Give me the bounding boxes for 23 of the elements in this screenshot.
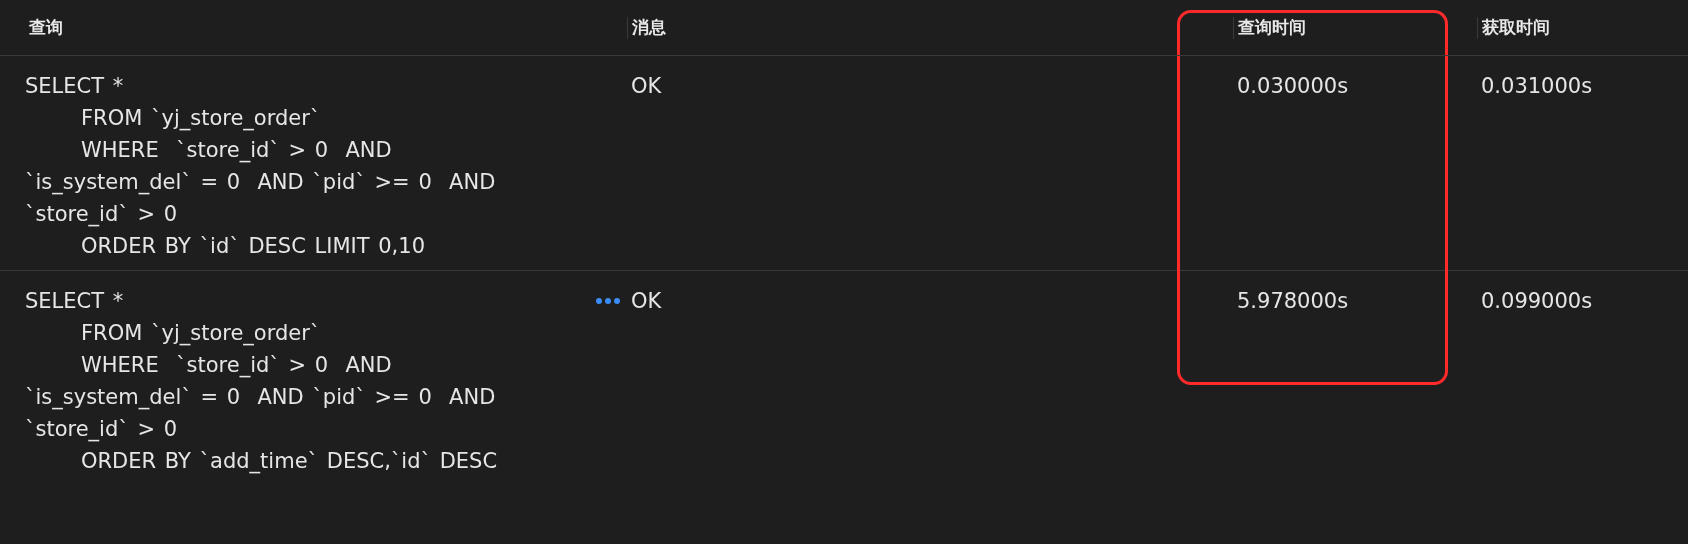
column-header[interactable]: 查询时间 [1234,16,1306,39]
query-time-cell-text: 5.978000s [1236,289,1349,313]
message-cell-text: OK [630,74,662,98]
more-icon[interactable] [595,297,621,305]
message-cell-text: OK [630,289,662,313]
query-line: FROM `yj_store_order` [80,105,322,133]
query-line: `store_id` > 0 [25,201,179,229]
query-line: WHERE `store_id` > 0 AND [80,137,393,165]
column-header[interactable]: 查询 [0,16,63,39]
query-line: ORDER BY `add_time` DESC,`id` DESC [80,448,498,476]
fetch-time-cell-text: 0.031000s [1480,74,1593,98]
query-line: SELECT * [25,288,125,315]
query-line: `store_id` > 0 [25,416,179,444]
column-header[interactable]: 消息 [628,16,666,39]
query-line: ORDER BY `id` DESC LIMIT 0,10 [80,233,426,260]
fetch-time-cell-text: 0.099000s [1480,289,1593,313]
query-line: FROM `yj_store_order` [80,320,322,348]
query-line: SELECT * [25,73,125,100]
column-header[interactable]: 获取时间 [1478,16,1550,39]
query-line: `is_system_del` = 0 AND `pid` >= 0 AND [25,169,496,197]
query-line: `is_system_del` = 0 AND `pid` >= 0 AND [25,384,497,412]
query-line: WHERE `store_id` > 0 AND [80,352,393,380]
query-time-cell-text: 0.030000s [1236,74,1349,98]
